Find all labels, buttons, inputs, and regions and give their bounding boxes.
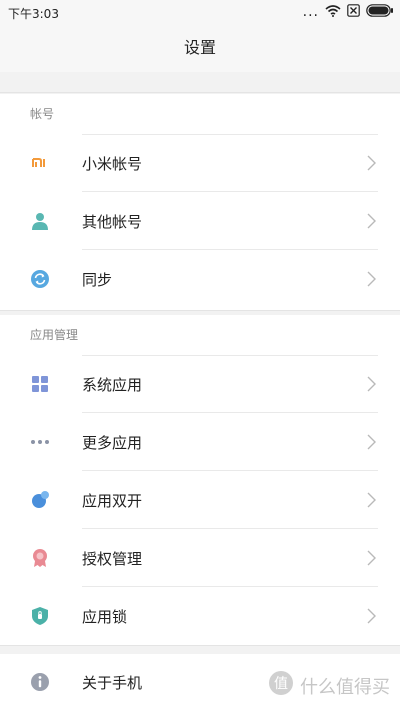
chevron-right-icon [366, 374, 378, 394]
row-permissions[interactable]: 授权管理 [0, 529, 400, 587]
section-app-management: 应用管理 系统应用 更多应用 应用双开 授权管理 应用锁 [0, 315, 400, 645]
row-label: 同步 [82, 270, 113, 289]
battery-icon [366, 4, 394, 20]
row-dual-apps[interactable]: 应用双开 [0, 471, 400, 529]
watermark-text: 什么值得买 [300, 676, 390, 698]
section-title-accounts: 帐号 [30, 107, 55, 121]
sync-icon [30, 269, 50, 289]
status-icons: ... [303, 4, 394, 20]
watermark-logo-icon: 值 [268, 670, 294, 701]
more-dots-status: ... [302, 4, 319, 20]
status-bar: 下午3:03 ... [0, 0, 400, 24]
row-label: 应用双开 [82, 491, 143, 510]
dual-app-icon [30, 490, 50, 510]
watermark: 值 什么值得买 [268, 670, 390, 701]
chevron-right-icon [366, 153, 378, 173]
row-system-apps[interactable]: 系统应用 [0, 355, 400, 413]
row-sync[interactable]: 同步 [0, 250, 400, 308]
row-label: 应用锁 [82, 607, 128, 626]
chevron-right-icon [366, 269, 378, 289]
shield-lock-icon [30, 606, 50, 626]
chevron-right-icon [366, 211, 378, 231]
page-title: 设置 [0, 24, 400, 72]
chevron-right-icon [366, 606, 378, 626]
row-more-apps[interactable]: 更多应用 [0, 413, 400, 471]
chevron-right-icon [366, 432, 378, 452]
info-icon [30, 672, 50, 692]
section-accounts: 帐号 小米帐号 其他帐号 同步 [0, 94, 400, 310]
no-sim-icon [347, 4, 360, 20]
mi-logo-icon [30, 153, 50, 173]
more-dots-icon [30, 432, 50, 452]
row-label: 关于手机 [82, 674, 143, 692]
row-label: 更多应用 [82, 433, 143, 452]
row-other-accounts[interactable]: 其他帐号 [0, 192, 400, 250]
section-divider [0, 72, 400, 93]
badge-icon [30, 548, 50, 568]
grid-icon [30, 374, 50, 394]
chevron-right-icon [366, 490, 378, 510]
row-label: 系统应用 [82, 375, 143, 394]
person-icon [30, 211, 50, 231]
row-app-lock[interactable]: 应用锁 [0, 587, 400, 645]
wifi-icon [325, 4, 341, 20]
section-title-app-management: 应用管理 [30, 328, 79, 342]
row-label: 授权管理 [82, 549, 143, 568]
row-mi-account[interactable]: 小米帐号 [0, 134, 400, 192]
svg-text:值: 值 [274, 676, 288, 692]
chevron-right-icon [366, 548, 378, 568]
row-label: 其他帐号 [82, 212, 143, 231]
row-label: 小米帐号 [82, 154, 143, 173]
status-time: 下午3:03 [8, 7, 59, 21]
